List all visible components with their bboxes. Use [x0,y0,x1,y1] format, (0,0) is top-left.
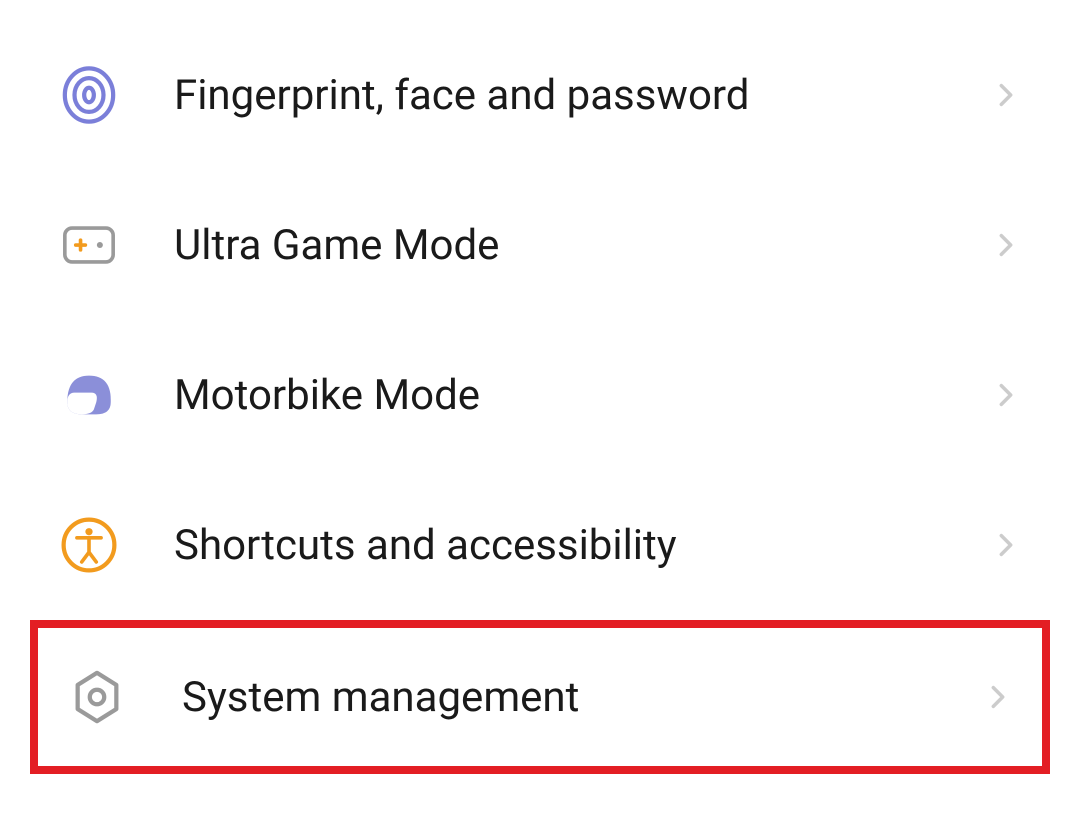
chevron-right-icon [992,231,1020,259]
chevron-right-icon [992,531,1020,559]
settings-item-fingerprint[interactable]: Fingerprint, face and password [0,20,1080,170]
settings-item-label: Fingerprint, face and password [174,71,992,120]
settings-item-label: System management [182,673,984,722]
settings-item-motorbike[interactable]: Motorbike Mode [0,320,1080,470]
helmet-icon [60,366,118,424]
chevron-right-icon [992,381,1020,409]
accessibility-icon [60,516,118,574]
game-icon [60,216,118,274]
settings-item-label: Motorbike Mode [174,371,992,420]
settings-item-game-mode[interactable]: Ultra Game Mode [0,170,1080,320]
chevron-right-icon [984,683,1012,711]
hexagon-gear-icon [68,668,126,726]
settings-item-label: Ultra Game Mode [174,221,992,270]
settings-item-label: Shortcuts and accessibility [174,521,992,570]
settings-item-system[interactable]: System management [30,620,1050,774]
fingerprint-icon [60,66,118,124]
settings-item-accessibility[interactable]: Shortcuts and accessibility [0,470,1080,620]
chevron-right-icon [992,81,1020,109]
settings-list: Fingerprint, face and password Ultra Gam… [0,0,1080,774]
